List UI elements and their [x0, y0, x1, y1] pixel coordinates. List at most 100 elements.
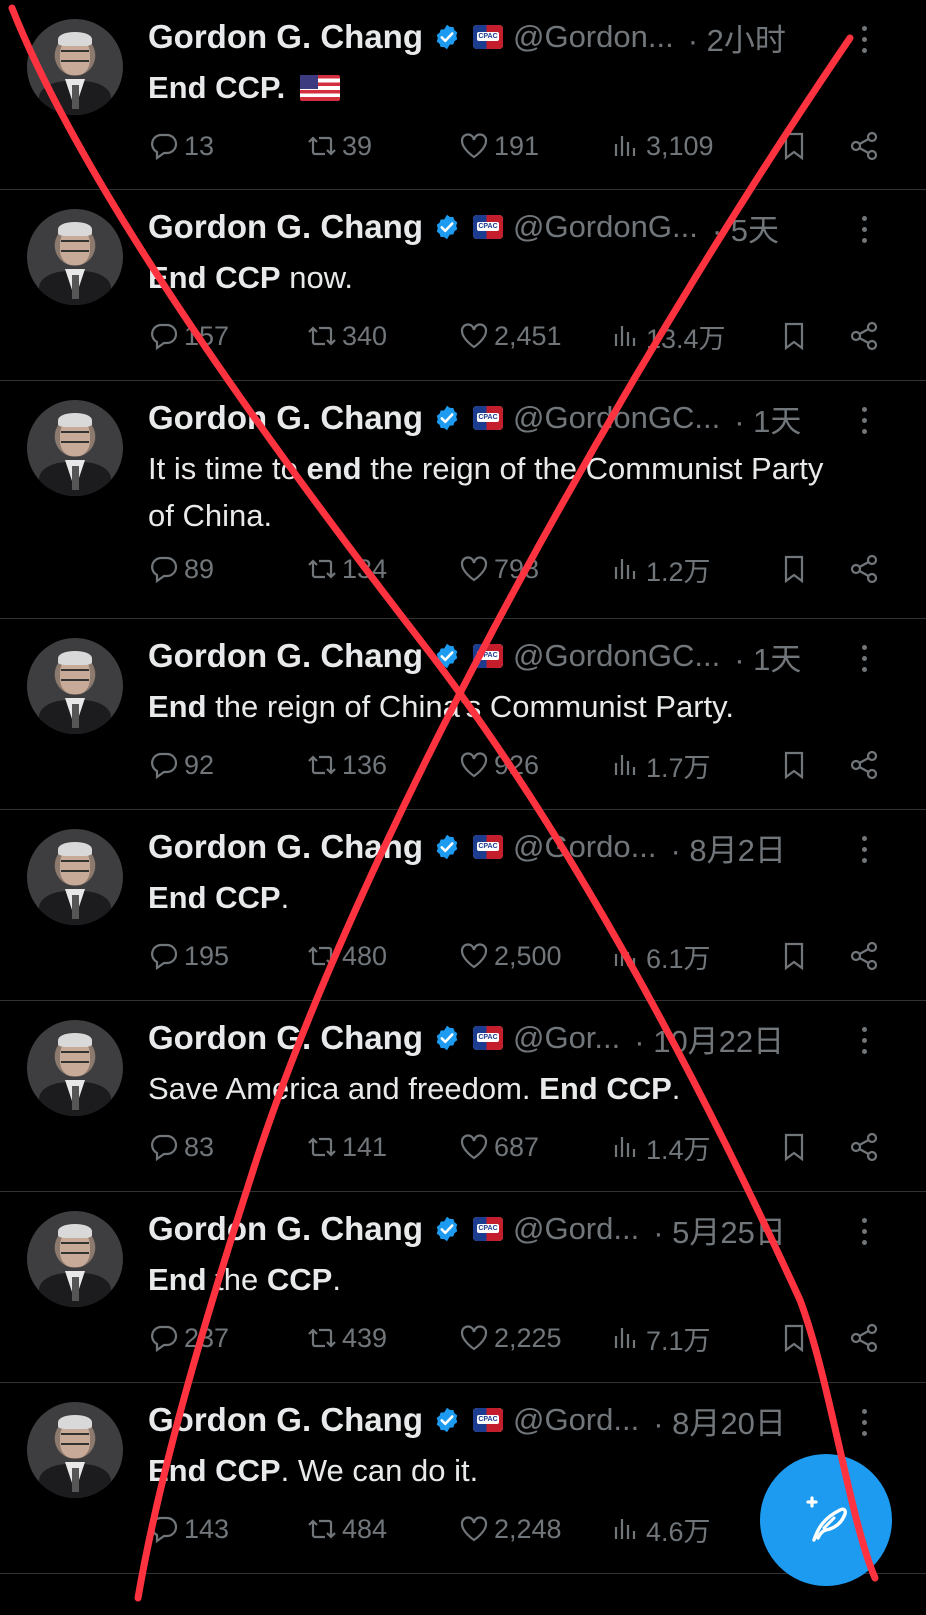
tweet-item[interactable]: Gordon G. Chang CPAC @GordonGC... · 1天 E…	[0, 619, 926, 810]
avatar[interactable]	[27, 400, 123, 496]
author-name[interactable]: Gordon G. Chang	[148, 18, 423, 56]
tweet-time[interactable]: · 1天	[734, 396, 801, 441]
like-button[interactable]: 2,225	[458, 1322, 562, 1354]
bookmark-button[interactable]	[778, 1131, 810, 1163]
tweet-item[interactable]: Gordon G. Chang CPAC @Gord... · 5月25日 En…	[0, 1192, 926, 1383]
more-options-icon[interactable]	[862, 1027, 868, 1055]
like-button[interactable]: 2,500	[458, 940, 562, 972]
like-button[interactable]: 2,451	[458, 320, 562, 352]
more-options-icon[interactable]	[862, 26, 868, 54]
author-handle[interactable]: @Gord...	[513, 1402, 639, 1438]
share-button[interactable]	[848, 553, 880, 585]
views-button[interactable]: 6.1万	[610, 937, 711, 976]
share-button[interactable]	[848, 1322, 880, 1354]
affiliate-badge-icon: CPAC	[472, 25, 503, 49]
like-button[interactable]: 687	[458, 1131, 539, 1163]
bookmark-icon	[784, 555, 804, 584]
views-button[interactable]: 3,109	[610, 130, 714, 162]
bookmark-button[interactable]	[778, 749, 810, 781]
share-button[interactable]	[848, 749, 880, 781]
author-handle[interactable]: @GordonGC...	[513, 400, 720, 436]
bookmark-button[interactable]	[778, 320, 810, 352]
reply-button[interactable]: 237	[148, 1322, 229, 1354]
reply-button[interactable]: 92	[148, 749, 214, 781]
tweet-item[interactable]: Gordon G. Chang CPAC @GordonG... · 5天 En…	[0, 190, 926, 381]
retweet-count: 39	[342, 130, 373, 161]
author-handle[interactable]: @GordonGC...	[513, 638, 720, 674]
avatar[interactable]	[27, 209, 123, 305]
tweet-item[interactable]: Gordon G. Chang CPAC @Gordo... · 8月2日 En…	[0, 810, 926, 1001]
tweet-time[interactable]: · 1天	[734, 634, 801, 679]
author-handle[interactable]: @Gordon...	[513, 19, 674, 55]
more-options-icon[interactable]	[862, 216, 868, 244]
retweet-button[interactable]: 484	[306, 1513, 387, 1545]
retweet-button[interactable]: 480	[306, 940, 387, 972]
avatar[interactable]	[27, 638, 123, 734]
author-name[interactable]: Gordon G. Chang	[148, 637, 423, 675]
views-button[interactable]: 1.2万	[610, 550, 711, 589]
tweet-item[interactable]: Gordon G. Chang CPAC @Gor... · 10月22日 Sa…	[0, 1001, 926, 1192]
retweet-button[interactable]: 141	[306, 1131, 387, 1163]
avatar[interactable]	[27, 1402, 123, 1498]
like-button[interactable]: 2,248	[458, 1513, 562, 1545]
tweet-time[interactable]: · 5月25日	[653, 1207, 786, 1252]
retweet-button[interactable]: 134	[306, 553, 387, 585]
author-handle[interactable]: @Gord...	[513, 1211, 639, 1247]
reply-button[interactable]: 143	[148, 1513, 229, 1545]
retweet-button[interactable]: 439	[306, 1322, 387, 1354]
bookmark-button[interactable]	[778, 553, 810, 585]
avatar[interactable]	[27, 829, 123, 925]
tweet-header: Gordon G. Chang CPAC @Gord... · 5月25日	[148, 1207, 906, 1252]
avatar[interactable]	[27, 1211, 123, 1307]
views-button[interactable]: 4.6万	[610, 1510, 711, 1549]
reply-button[interactable]: 83	[148, 1131, 214, 1163]
share-button[interactable]	[848, 130, 880, 162]
retweet-button[interactable]: 39	[306, 130, 372, 162]
share-button[interactable]	[848, 940, 880, 972]
reply-button[interactable]: 195	[148, 940, 229, 972]
tweet-time[interactable]: · 10月22日	[634, 1016, 784, 1061]
author-name[interactable]: Gordon G. Chang	[148, 208, 423, 246]
author-handle[interactable]: @GordonG...	[513, 209, 698, 245]
author-handle[interactable]: @Gor...	[513, 1020, 620, 1056]
more-options-icon[interactable]	[862, 1218, 868, 1246]
retweet-button[interactable]: 136	[306, 749, 387, 781]
bookmark-button[interactable]	[778, 1322, 810, 1354]
more-options-icon[interactable]	[862, 645, 868, 673]
tweet-time[interactable]: · 5天	[712, 205, 779, 250]
views-button[interactable]: 13.4万	[610, 317, 726, 356]
reply-button[interactable]: 89	[148, 553, 214, 585]
author-name[interactable]: Gordon G. Chang	[148, 828, 423, 866]
share-button[interactable]	[848, 320, 880, 352]
tweet-text: End CCP.	[148, 64, 836, 111]
author-name[interactable]: Gordon G. Chang	[148, 1210, 423, 1248]
author-handle[interactable]: @Gordo...	[513, 829, 656, 865]
retweet-button[interactable]: 340	[306, 320, 387, 352]
avatar[interactable]	[27, 19, 123, 115]
reply-button[interactable]: 13	[148, 130, 214, 162]
like-button[interactable]: 191	[458, 130, 539, 162]
views-button[interactable]: 1.4万	[610, 1128, 711, 1167]
like-button[interactable]: 926	[458, 749, 539, 781]
tweet-time[interactable]: · 2小时	[688, 15, 786, 60]
more-options-icon[interactable]	[862, 1409, 868, 1437]
reply-button[interactable]: 157	[148, 320, 229, 352]
author-name[interactable]: Gordon G. Chang	[148, 1019, 423, 1057]
bookmark-icon	[784, 1133, 804, 1162]
views-button[interactable]: 7.1万	[610, 1319, 711, 1358]
author-name[interactable]: Gordon G. Chang	[148, 399, 423, 437]
avatar[interactable]	[27, 1020, 123, 1116]
like-button[interactable]: 798	[458, 553, 539, 585]
bookmark-button[interactable]	[778, 940, 810, 972]
author-name[interactable]: Gordon G. Chang	[148, 1401, 423, 1439]
more-options-icon[interactable]	[862, 407, 868, 435]
share-button[interactable]	[848, 1131, 880, 1163]
tweet-item[interactable]: Gordon G. Chang CPAC @Gordon... · 2小时 En…	[0, 0, 926, 190]
bookmark-button[interactable]	[778, 130, 810, 162]
compose-tweet-button[interactable]	[760, 1454, 892, 1586]
tweet-time[interactable]: · 8月2日	[670, 825, 785, 870]
tweet-time[interactable]: · 8月20日	[653, 1398, 786, 1443]
more-options-icon[interactable]	[862, 836, 868, 864]
views-button[interactable]: 1.7万	[610, 746, 711, 785]
tweet-item[interactable]: Gordon G. Chang CPAC @GordonGC... · 1天 I…	[0, 381, 926, 619]
